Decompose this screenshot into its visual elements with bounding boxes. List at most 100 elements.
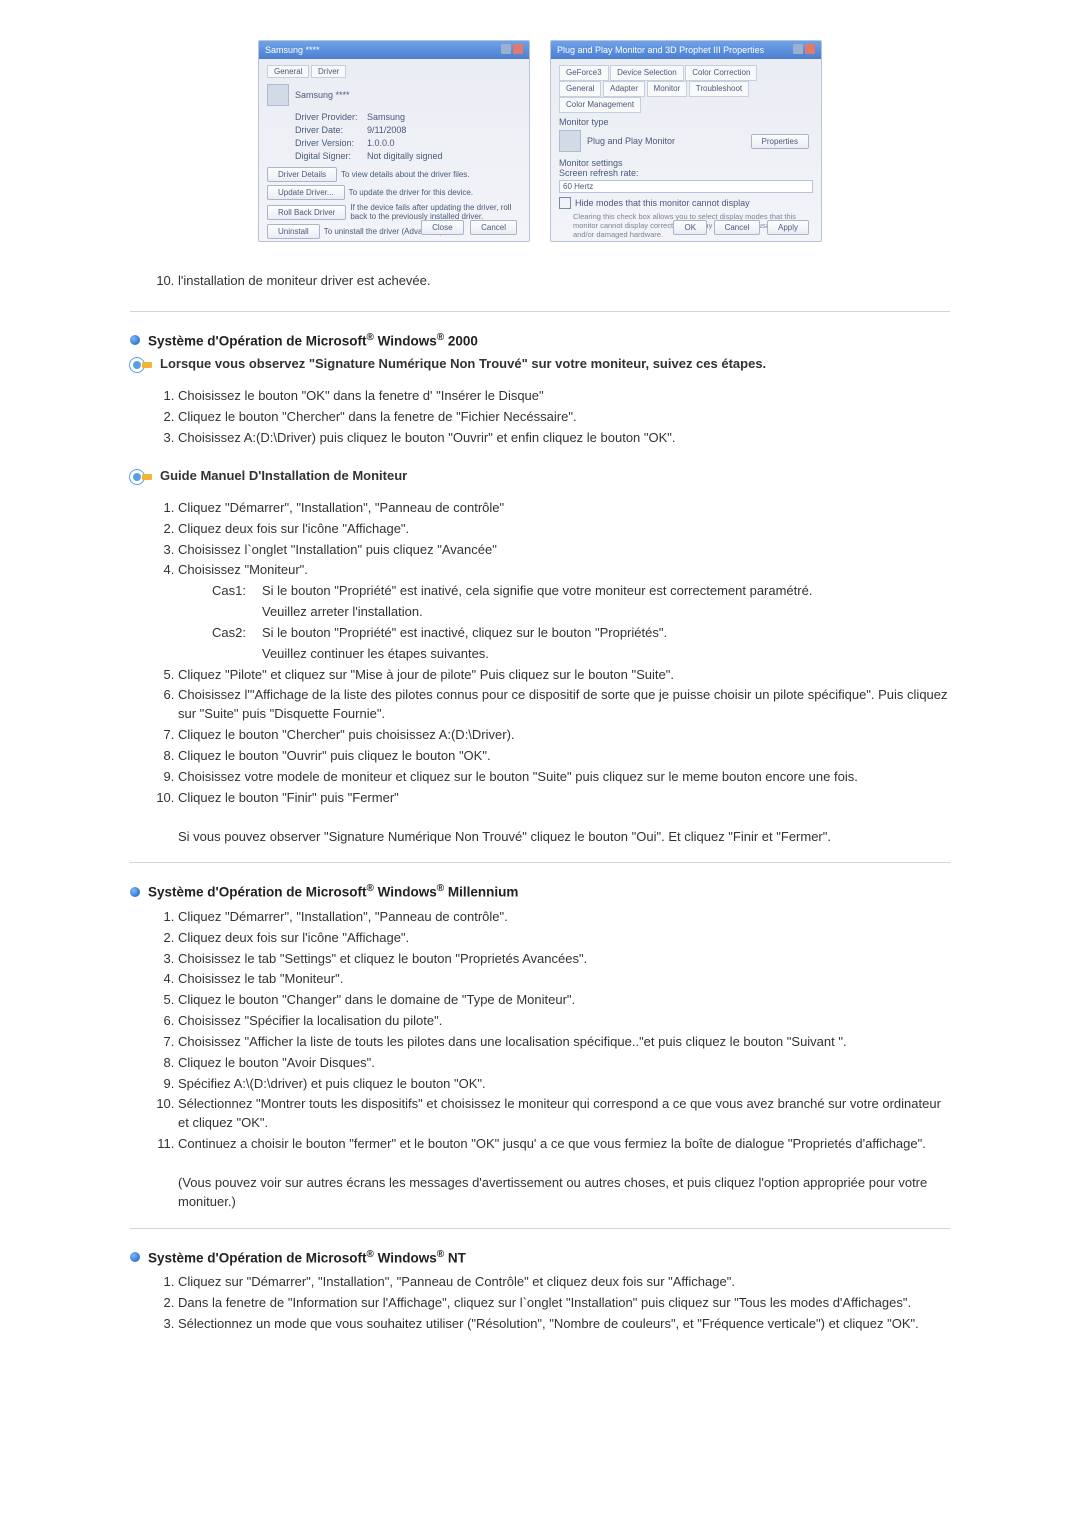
rollback-desc: If the device fails after updating the d… bbox=[350, 203, 521, 221]
list-item: Sélectionnez "Montrer touts les disposit… bbox=[178, 1095, 950, 1133]
refresh-select: 60 Hertz bbox=[559, 180, 813, 193]
driver-details-desc: To view details about the driver files. bbox=[341, 170, 521, 179]
list-item: Cliquez le bouton "Changer" dans le doma… bbox=[178, 991, 950, 1010]
tab-general: General bbox=[267, 65, 309, 78]
tab-driver: Driver bbox=[311, 65, 346, 78]
guide-steps-b: Cliquez "Pilote" et cliquez sur "Mise à … bbox=[130, 666, 950, 808]
monitor-type-label: Monitor type bbox=[559, 117, 813, 127]
refresh-label: Screen refresh rate: bbox=[559, 168, 813, 178]
rollback-button: Roll Back Driver bbox=[267, 205, 346, 220]
list-item: Cliquez le bouton "Chercher" puis choisi… bbox=[178, 726, 950, 745]
dialog-title: Plug and Play Monitor and 3D Prophet III… bbox=[557, 45, 764, 55]
dialog-title: Samsung **** bbox=[265, 45, 320, 55]
list-item: Choisissez "Moniteur". Cas1:Si le bouton… bbox=[178, 561, 950, 663]
list-item: Continuez a choisir le bouton "fermer" e… bbox=[178, 1135, 950, 1154]
signer-label: Digital Signer: bbox=[295, 151, 367, 161]
list-item: Choisissez le tab "Moniteur". bbox=[178, 970, 950, 989]
list-item: Spécifiez A:\(D:\driver) et puis cliquez… bbox=[178, 1075, 950, 1094]
list-item: Cliquez deux fois sur l'icône "Affichage… bbox=[178, 520, 950, 539]
gear-icon bbox=[130, 356, 152, 374]
driver-details-button: Driver Details bbox=[267, 167, 337, 182]
date-value: 9/11/2008 bbox=[367, 125, 406, 135]
list-item-text: Choisissez "Moniteur". bbox=[178, 562, 308, 577]
guide-heading: Guide Manuel D'Installation de Moniteur bbox=[160, 468, 407, 483]
section-heading: Système d'Opération de Microsoft® Window… bbox=[148, 883, 518, 900]
section-heading: Système d'Opération de Microsoft® Window… bbox=[148, 332, 478, 349]
update-driver-desc: To update the driver for this device. bbox=[349, 188, 521, 197]
warn-steps: Choisissez le bouton "OK" dans la fenetr… bbox=[130, 387, 950, 448]
cancel-button: Cancel bbox=[714, 220, 761, 235]
section-heading: Système d'Opération de Microsoft® Window… bbox=[148, 1249, 466, 1266]
monitor-icon bbox=[267, 84, 289, 106]
ok-button: OK bbox=[673, 220, 707, 235]
device-name: Samsung **** bbox=[295, 90, 350, 100]
date-label: Driver Date: bbox=[295, 125, 367, 135]
section-winnt: Système d'Opération de Microsoft® Window… bbox=[130, 1249, 950, 1334]
cas1-label: Cas1: bbox=[212, 582, 262, 601]
list-item: Cliquez le bouton "Finir" puis "Fermer" bbox=[178, 789, 950, 808]
list-item: Choisissez A:(D:\Driver) puis cliquez le… bbox=[178, 429, 950, 448]
tab-geforce: GeForce3 bbox=[559, 65, 609, 81]
continued-list: l'installation de moniteur driver est ac… bbox=[130, 272, 950, 291]
list-item: Cliquez "Démarrer", "Installation", "Pan… bbox=[178, 908, 950, 927]
guide-steps-a: Cliquez "Démarrer", "Installation", "Pan… bbox=[130, 499, 950, 664]
signer-value: Not digitally signed bbox=[367, 151, 443, 161]
section-winme: Système d'Opération de Microsoft® Window… bbox=[130, 883, 950, 1211]
list-item: Choisissez "Spécifier la localisation du… bbox=[178, 1012, 950, 1031]
version-value: 1.0.0.0 bbox=[367, 138, 395, 148]
close-icon bbox=[513, 44, 523, 54]
bullet-icon bbox=[130, 887, 140, 897]
properties-button: Properties bbox=[751, 134, 809, 149]
cas1-text: Si le bouton "Propriété" est inativé, ce… bbox=[262, 582, 812, 601]
list-item: Dans la fenetre de "Information sur l'Af… bbox=[178, 1294, 950, 1313]
tab-troubleshoot: Troubleshoot bbox=[689, 81, 749, 97]
screenshot-row: Samsung **** General Driver Samsung ****… bbox=[130, 40, 950, 242]
gear-icon bbox=[130, 468, 152, 486]
update-driver-button: Update Driver... bbox=[267, 185, 345, 200]
close-icon bbox=[805, 44, 815, 54]
help-icon bbox=[793, 44, 803, 54]
list-item: Cliquez le bouton "Avoir Disques". bbox=[178, 1054, 950, 1073]
tab-color-mgmt: Color Management bbox=[559, 97, 641, 113]
list-item: Cliquez le bouton "Ouvrir" puis cliquez … bbox=[178, 747, 950, 766]
driver-properties-dialog: Samsung **** General Driver Samsung ****… bbox=[258, 40, 530, 242]
hide-modes-checkbox bbox=[559, 197, 571, 209]
list-item: Choisissez "Afficher la liste de touts l… bbox=[178, 1033, 950, 1052]
list-item: Choisissez le bouton "OK" dans la fenetr… bbox=[178, 387, 950, 406]
tab-monitor: Monitor bbox=[647, 81, 688, 97]
divider bbox=[130, 862, 950, 863]
warning-heading: Lorsque vous observez "Signature Numériq… bbox=[160, 356, 766, 371]
divider bbox=[130, 1228, 950, 1229]
winme-steps: Cliquez "Démarrer", "Installation", "Pan… bbox=[130, 908, 950, 1154]
monitor-icon bbox=[559, 130, 581, 152]
tab-device-selection: Device Selection bbox=[610, 65, 684, 81]
win2000-note: Si vous pouvez observer "Signature Numér… bbox=[130, 828, 950, 847]
tab-general: General bbox=[559, 81, 601, 97]
list-item: Cliquez "Pilote" et cliquez sur "Mise à … bbox=[178, 666, 950, 685]
list-item: Sélectionnez un mode que vous souhaitez … bbox=[178, 1315, 950, 1334]
monitor-properties-dialog: Plug and Play Monitor and 3D Prophet III… bbox=[550, 40, 822, 242]
version-label: Driver Version: bbox=[295, 138, 367, 148]
cancel-button: Cancel bbox=[470, 220, 517, 235]
apply-button: Apply bbox=[767, 220, 809, 235]
list-item: Cliquez sur "Démarrer", "Installation", … bbox=[178, 1273, 950, 1292]
help-icon bbox=[501, 44, 511, 54]
tab-adapter: Adapter bbox=[603, 81, 645, 97]
tab-color-correction: Color Correction bbox=[685, 65, 757, 81]
list-item: Cliquez "Démarrer", "Installation", "Pan… bbox=[178, 499, 950, 518]
section-win2000: Système d'Opération de Microsoft® Window… bbox=[130, 332, 950, 847]
bullet-icon bbox=[130, 1252, 140, 1262]
cas2-text-b: Veuillez continuer les étapes suivantes. bbox=[262, 645, 489, 664]
list-item: Choisissez l'"Affichage de la liste des … bbox=[178, 686, 950, 724]
provider-value: Samsung bbox=[367, 112, 405, 122]
list-item: Cliquez deux fois sur l'icône "Affichage… bbox=[178, 929, 950, 948]
winnt-steps: Cliquez sur "Démarrer", "Installation", … bbox=[130, 1273, 950, 1334]
close-button: Close bbox=[421, 220, 463, 235]
uninstall-button: Uninstall bbox=[267, 224, 320, 239]
cas2-text: Si le bouton "Propriété" est inactivé, c… bbox=[262, 624, 667, 643]
monitor-settings-label: Monitor settings bbox=[559, 158, 813, 168]
list-item: Choisissez l`onglet "Installation" puis … bbox=[178, 541, 950, 560]
cas2-label: Cas2: bbox=[212, 624, 262, 643]
bullet-icon bbox=[130, 335, 140, 345]
hide-modes-label: Hide modes that this monitor cannot disp… bbox=[575, 198, 750, 208]
